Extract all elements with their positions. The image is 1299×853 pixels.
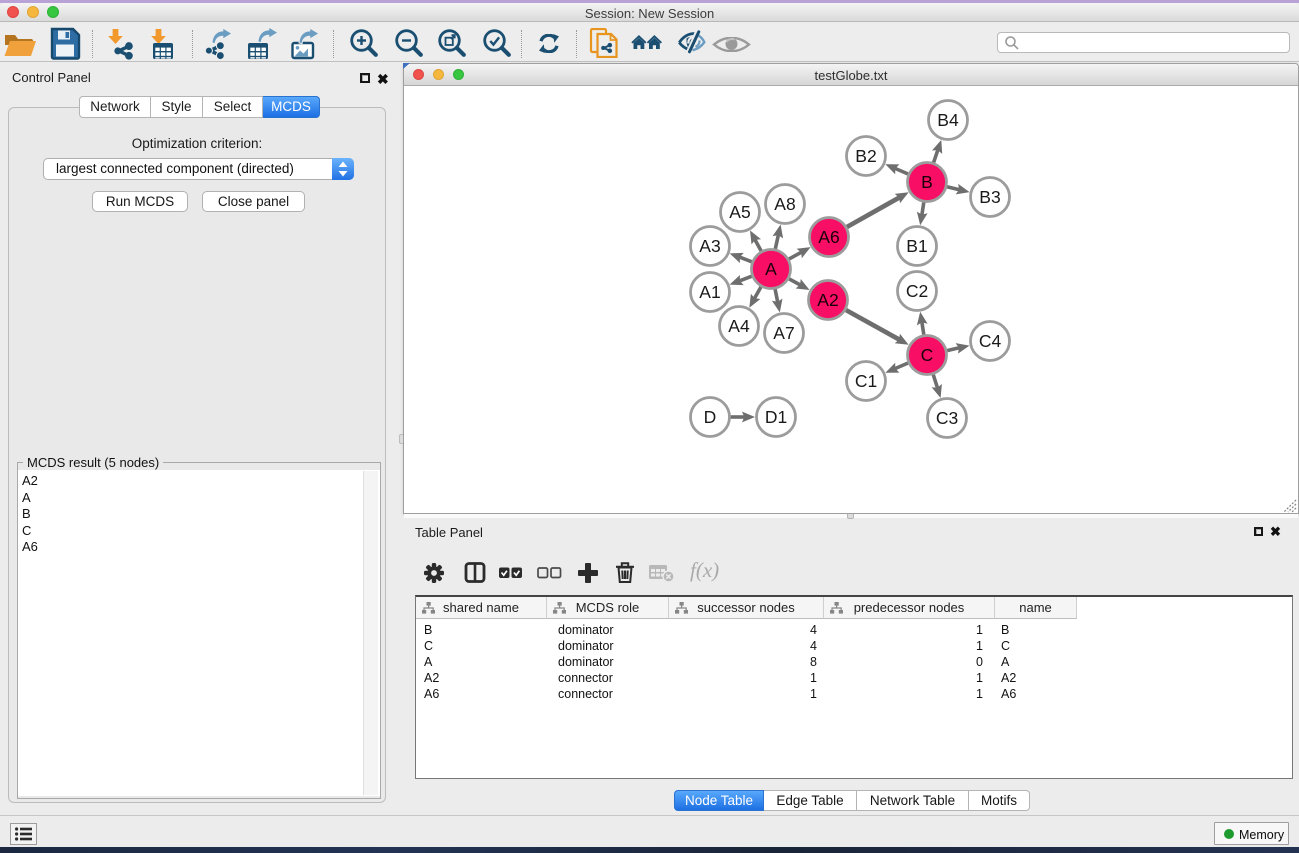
svg-text:C3: C3 <box>936 408 958 428</box>
svg-text:B: B <box>921 172 933 192</box>
svg-text:B3: B3 <box>979 187 1000 207</box>
svg-text:B1: B1 <box>906 236 927 256</box>
svg-text:A8: A8 <box>774 194 795 214</box>
svg-text:B4: B4 <box>937 110 959 130</box>
svg-text:B2: B2 <box>855 146 876 166</box>
svg-text:D1: D1 <box>765 407 787 427</box>
svg-text:A7: A7 <box>773 323 794 343</box>
svg-text:D: D <box>704 407 717 427</box>
svg-text:A: A <box>765 259 777 279</box>
svg-text:C: C <box>921 345 934 365</box>
svg-text:A1: A1 <box>699 282 720 302</box>
svg-text:C1: C1 <box>855 371 877 391</box>
svg-text:C2: C2 <box>906 281 928 301</box>
svg-text:A3: A3 <box>699 236 720 256</box>
svg-text:C4: C4 <box>979 331 1002 351</box>
svg-text:A4: A4 <box>728 316 750 336</box>
svg-text:A6: A6 <box>818 227 839 247</box>
svg-text:A5: A5 <box>729 202 750 222</box>
svg-text:A2: A2 <box>817 290 838 310</box>
